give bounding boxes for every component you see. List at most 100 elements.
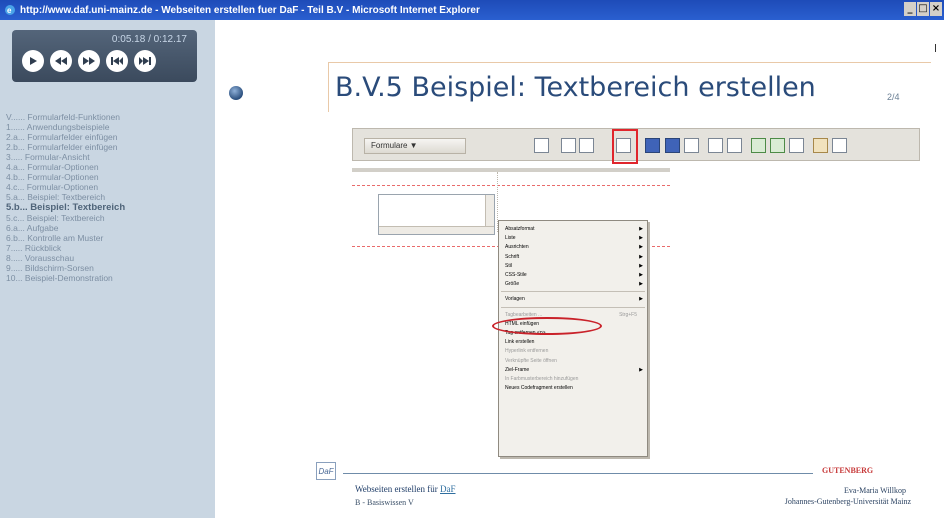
submenu-arrow-icon: ▶ — [639, 296, 643, 303]
jump-menu-icon[interactable] — [727, 138, 742, 153]
menu-separator — [501, 306, 645, 308]
form-icon[interactable] — [534, 138, 549, 153]
context-menu-item[interactable]: Link erstellen — [505, 338, 643, 346]
text-cursor — [935, 44, 936, 52]
menu-item-label: Ausrichten — [505, 244, 529, 251]
nav-item-active[interactable]: 5.b... Beispiel: Textbereich — [6, 202, 211, 213]
nav-item[interactable]: 5.c... Beispiel: Textbereich — [6, 213, 211, 223]
page-number: 2/4 — [887, 92, 900, 102]
player-time: 0:05.18 / 0:12.17 — [111, 34, 187, 45]
main-content: B.V.5 Beispiel: Textbereich erstellen 2/… — [215, 20, 944, 518]
fieldset-icon[interactable] — [832, 138, 847, 153]
image-field-icon[interactable] — [751, 138, 766, 153]
textarea-element[interactable] — [378, 194, 495, 235]
form-boundary-top — [352, 185, 670, 186]
context-menu: Absatzformat ▶ Liste ▶ Ausrichten ▶ Schrift ▶ St… — [498, 220, 648, 457]
context-menu-item[interactable]: Ausrichten ▶ — [505, 243, 643, 251]
nav-item[interactable]: 9..... Bildschirm-Sorsen — [6, 263, 211, 273]
internet-explorer-icon: e — [4, 4, 16, 16]
minimize-button[interactable]: _ — [904, 2, 916, 16]
nav-item[interactable]: 8..... Vorausschau — [6, 253, 211, 263]
nav-item[interactable]: 1...... Anwendungsbeispiele — [6, 122, 211, 132]
menu-item-label: Hyperlink entfernen — [505, 348, 549, 355]
tag-remove-highlight — [492, 317, 602, 335]
context-menu-item[interactable]: Absatzformat ▶ — [505, 225, 643, 233]
globe-icon[interactable] — [229, 86, 243, 100]
page-title: B.V.5 Beispiel: Textbereich erstellen — [335, 72, 816, 103]
menu-item-label: Liste — [505, 235, 516, 242]
footer-title-text: Webseiten erstellen für — [355, 484, 440, 494]
radio-button-icon[interactable] — [665, 138, 680, 153]
menu-item-label: Stil — [505, 262, 512, 269]
nav-item[interactable]: 6.a... Aufgabe — [6, 223, 211, 233]
submenu-arrow-icon: ▶ — [639, 272, 643, 278]
checkbox-icon[interactable] — [645, 138, 660, 153]
nav-item[interactable]: 10... Beispiel-Demonstration — [6, 273, 211, 283]
submenu-arrow-icon: ▶ — [639, 281, 643, 288]
next-icon[interactable] — [78, 50, 100, 72]
context-menu-item[interactable]: Hyperlink entfernen — [505, 347, 643, 355]
submenu-arrow-icon: ▶ — [639, 226, 643, 232]
nav-item[interactable]: V...... Formularfeld-Funktionen — [6, 112, 211, 122]
context-menu-item[interactable]: Ziel-Frame ▶ — [505, 366, 643, 374]
list-menu-icon[interactable] — [708, 138, 723, 153]
nav-item[interactable]: 5.a... Beispiel: Textbereich — [6, 192, 211, 202]
textarea-button-highlight — [612, 129, 638, 164]
footer-subtitle: B - Basiswissen V — [355, 498, 414, 507]
sidebar: 0:05.18 / 0:12.17 V...... Formularfeld-F… — [0, 20, 215, 518]
media-player: 0:05.18 / 0:12.17 — [12, 30, 197, 82]
textarea-hscrollbar — [379, 226, 494, 234]
menu-item-label: CSS-Stile — [505, 272, 527, 278]
fast-forward-icon[interactable] — [134, 50, 156, 72]
menu-item-label: Neues Codefragment erstellen — [505, 385, 573, 392]
text-field-icon[interactable] — [561, 138, 576, 153]
context-menu-item[interactable]: In Farbmusterbereich hinzufügen — [505, 375, 643, 383]
footer-divider — [343, 473, 813, 474]
context-menu-item[interactable]: Liste ▶ — [505, 234, 643, 242]
context-menu-item[interactable]: CSS-Stile ▶ — [505, 271, 643, 279]
nav-item[interactable]: 4.b... Formular-Optionen — [6, 172, 211, 182]
radio-group-icon[interactable] — [684, 138, 699, 153]
daf-logo: DaF — [316, 462, 336, 480]
menu-item-label: Schrift — [505, 253, 520, 260]
footer-daf-link[interactable]: DaF — [440, 484, 456, 494]
label-icon[interactable] — [813, 138, 828, 153]
menu-item-label: Größe — [505, 281, 520, 288]
play-icon[interactable] — [22, 50, 44, 72]
toolbar-category-dropdown[interactable]: Formulare ▼ — [364, 138, 466, 154]
context-menu-item[interactable]: Neues Codefragment erstellen — [505, 384, 643, 392]
maximize-button[interactable]: □ — [917, 2, 929, 16]
nav-item[interactable]: 4.a... Formular-Optionen — [6, 162, 211, 172]
footer-university: Johannes-Gutenberg-Universität Mainz — [784, 497, 911, 506]
rewind-icon[interactable] — [106, 50, 128, 72]
button-icon[interactable] — [789, 138, 804, 153]
nav-item[interactable]: 4.c... Formular-Optionen — [6, 182, 211, 192]
close-button[interactable]: × — [930, 2, 942, 16]
submenu-arrow-icon: ▶ — [639, 262, 643, 269]
previous-icon[interactable] — [50, 50, 72, 72]
nav-item[interactable]: 3..... Formular-Ansicht — [6, 152, 211, 162]
hidden-field-icon[interactable] — [579, 138, 594, 153]
footer-course-title: Webseiten erstellen für DaF — [355, 484, 456, 494]
nav-item[interactable]: 7..... Rückblick — [6, 243, 211, 253]
menu-separator — [501, 291, 645, 293]
gutenberg-logo: GUTENBERG — [822, 466, 874, 475]
context-menu-item[interactable]: Schrift ▶ — [505, 253, 643, 261]
submenu-arrow-icon: ▶ — [639, 366, 643, 373]
nav-item[interactable]: 2.b... Formularfelder einfügen — [6, 142, 211, 152]
context-menu-item[interactable]: Stil ▶ — [505, 262, 643, 270]
context-menu-item[interactable]: Verknüpfte Seite öffnen — [505, 357, 643, 365]
submenu-arrow-icon: ▶ — [639, 253, 643, 260]
context-menu-item[interactable]: Größe ▶ — [505, 280, 643, 288]
menu-item-label: Link erstellen — [505, 339, 535, 346]
forms-toolbar: Formulare ▼ — [352, 128, 920, 164]
nav-item[interactable]: 2.a... Formularfelder einfügen — [6, 132, 211, 142]
file-field-icon[interactable] — [770, 138, 785, 153]
menu-item-shortcut: Strg+F5 — [619, 311, 637, 318]
nav-item[interactable]: 6.b... Kontrolle am Muster — [6, 233, 211, 243]
window-title: http://www.daf.uni-mainz.de - Webseiten … — [20, 4, 480, 16]
context-menu-item[interactable]: Vorlagen ▶ — [505, 295, 643, 303]
editor-screenshot: Formulare ▼ Absatzformat ▶ Liste ▶ Ausri… — [352, 128, 920, 468]
submenu-arrow-icon: ▶ — [639, 244, 643, 251]
footer-author: Eva-Maria Willkop — [844, 486, 906, 495]
